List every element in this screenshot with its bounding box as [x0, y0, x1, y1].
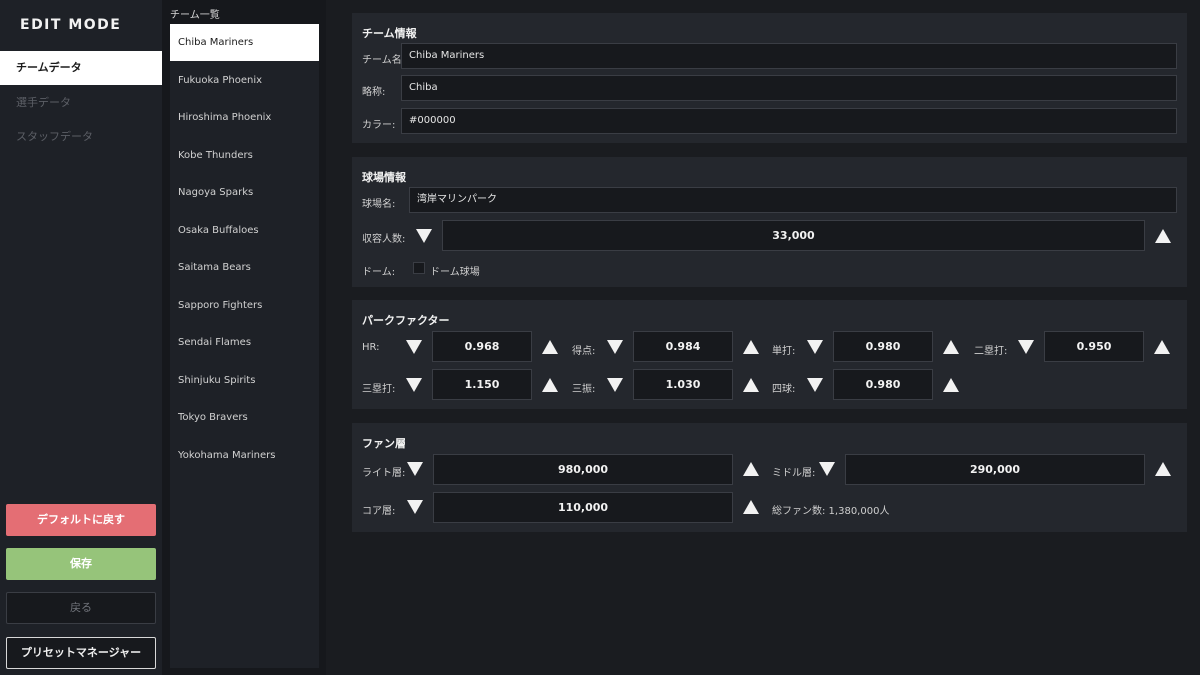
team-item-yokohama-mariners[interactable]: Yokohama Mariners — [170, 437, 319, 474]
double-value[interactable]: 0.950 — [1044, 331, 1144, 362]
team-list: Chiba Mariners Fukuoka Phoenix Hiroshima… — [170, 24, 319, 668]
stadium-title: 球場情報 — [362, 171, 406, 184]
core-fans-value[interactable]: 110,000 — [433, 492, 733, 523]
park-factor-section: パークファクター HR: 0.968 得点: 0.984 単打: 0.980 二… — [352, 300, 1187, 409]
abbreviation-label: 略称: — [362, 87, 386, 98]
capacity-value[interactable]: 33,000 — [442, 220, 1145, 251]
stadium-name-field[interactable]: 湾岸マリンパーク — [409, 187, 1177, 213]
team-item-sendai-flames[interactable]: Sendai Flames — [170, 324, 319, 361]
team-item-hiroshima-phoenix[interactable]: Hiroshima Phoenix — [170, 99, 319, 136]
total-fans-text: 総ファン数: 1,380,000人 — [772, 506, 890, 517]
reset-default-button[interactable]: デフォルトに戻す — [6, 504, 156, 536]
light-fans-decrement-icon[interactable] — [407, 462, 423, 476]
team-item-fukuoka-phoenix[interactable]: Fukuoka Phoenix — [170, 62, 319, 99]
walk-value[interactable]: 0.980 — [833, 369, 933, 400]
strikeout-increment-icon[interactable] — [743, 378, 759, 392]
light-fans-value[interactable]: 980,000 — [433, 454, 733, 485]
team-item-tokyo-bravers[interactable]: Tokyo Bravers — [170, 399, 319, 436]
single-increment-icon[interactable] — [943, 340, 959, 354]
preset-manager-button[interactable]: プリセットマネージャー — [6, 637, 156, 669]
dome-label: ドーム: — [362, 267, 396, 278]
team-item-sapporo-fighters[interactable]: Sapporo Fighters — [170, 287, 319, 324]
color-label: カラー: — [362, 120, 396, 131]
light-fans-label: ライト層: — [362, 468, 406, 479]
double-increment-icon[interactable] — [1154, 340, 1170, 354]
dome-checkbox[interactable] — [413, 262, 425, 274]
middle-fans-label: ミドル層: — [772, 468, 816, 479]
back-button[interactable]: 戻る — [6, 592, 156, 624]
core-fans-decrement-icon[interactable] — [407, 500, 423, 514]
stadium-section: 球場情報 球場名: 湾岸マリンパーク 収容人数: 33,000 ドーム: ドーム… — [352, 157, 1187, 287]
middle-fans-increment-icon[interactable] — [1155, 462, 1171, 476]
fan-base-title: ファン層 — [362, 437, 406, 450]
nav-item-team-data[interactable]: チームデータ — [0, 51, 162, 85]
nav-sidebar: EDIT MODE チームデータ 選手データ スタッフデータ デフォルトに戻す … — [0, 0, 162, 675]
nav-item-player-data[interactable]: 選手データ — [0, 86, 162, 120]
team-name-label: チーム名: — [362, 55, 406, 66]
team-item-chiba-mariners[interactable]: Chiba Mariners — [170, 24, 319, 61]
team-info-title: チーム情報 — [362, 27, 417, 40]
color-field[interactable]: #000000 — [401, 108, 1177, 134]
hr-increment-icon[interactable] — [542, 340, 558, 354]
abbreviation-field[interactable]: Chiba — [401, 75, 1177, 101]
middle-fans-decrement-icon[interactable] — [819, 462, 835, 476]
middle-fans-value[interactable]: 290,000 — [845, 454, 1145, 485]
core-fans-label: コア層: — [362, 506, 396, 517]
team-item-shinjuku-spirits[interactable]: Shinjuku Spirits — [170, 362, 319, 399]
strikeout-label: 三振: — [572, 384, 596, 395]
main-panel: チーム情報 チーム名: Chiba Mariners 略称: Chiba カラー… — [326, 0, 1200, 675]
runs-label: 得点: — [572, 346, 596, 357]
team-item-kobe-thunders[interactable]: Kobe Thunders — [170, 137, 319, 174]
hr-value[interactable]: 0.968 — [432, 331, 532, 362]
triple-label: 三塁打: — [362, 384, 396, 395]
runs-decrement-icon[interactable] — [607, 340, 623, 354]
stadium-name-label: 球場名: — [362, 199, 396, 210]
strikeout-value[interactable]: 1.030 — [633, 369, 733, 400]
runs-value[interactable]: 0.984 — [633, 331, 733, 362]
core-fans-increment-icon[interactable] — [743, 500, 759, 514]
team-item-osaka-buffaloes[interactable]: Osaka Buffaloes — [170, 212, 319, 249]
strikeout-decrement-icon[interactable] — [607, 378, 623, 392]
runs-increment-icon[interactable] — [743, 340, 759, 354]
team-item-saitama-bears[interactable]: Saitama Bears — [170, 249, 319, 286]
fan-base-section: ファン層 ライト層: 980,000 ミドル層: 290,000 コア層: 11… — [352, 423, 1187, 532]
capacity-decrement-icon[interactable] — [416, 229, 432, 243]
single-decrement-icon[interactable] — [807, 340, 823, 354]
capacity-label: 収容人数: — [362, 234, 406, 245]
save-button[interactable]: 保存 — [6, 548, 156, 580]
team-item-nagoya-sparks[interactable]: Nagoya Sparks — [170, 174, 319, 211]
park-factor-title: パークファクター — [362, 314, 450, 327]
capacity-increment-icon[interactable] — [1155, 229, 1171, 243]
dome-checkbox-label: ドーム球場 — [430, 267, 480, 278]
app-title: EDIT MODE — [20, 17, 122, 33]
walk-label: 四球: — [772, 384, 796, 395]
hr-label: HR: — [362, 342, 380, 353]
nav-item-staff-data[interactable]: スタッフデータ — [0, 120, 162, 154]
walk-increment-icon[interactable] — [943, 378, 959, 392]
light-fans-increment-icon[interactable] — [743, 462, 759, 476]
team-name-field[interactable]: Chiba Mariners — [401, 43, 1177, 69]
triple-increment-icon[interactable] — [542, 378, 558, 392]
double-label: 二塁打: — [974, 346, 1008, 357]
walk-decrement-icon[interactable] — [807, 378, 823, 392]
single-value[interactable]: 0.980 — [833, 331, 933, 362]
team-info-section: チーム情報 チーム名: Chiba Mariners 略称: Chiba カラー… — [352, 13, 1187, 143]
double-decrement-icon[interactable] — [1018, 340, 1034, 354]
hr-decrement-icon[interactable] — [406, 340, 422, 354]
triple-decrement-icon[interactable] — [406, 378, 422, 392]
team-list-title: チーム一覧 — [170, 10, 220, 21]
triple-value[interactable]: 1.150 — [432, 369, 532, 400]
single-label: 単打: — [772, 346, 796, 357]
